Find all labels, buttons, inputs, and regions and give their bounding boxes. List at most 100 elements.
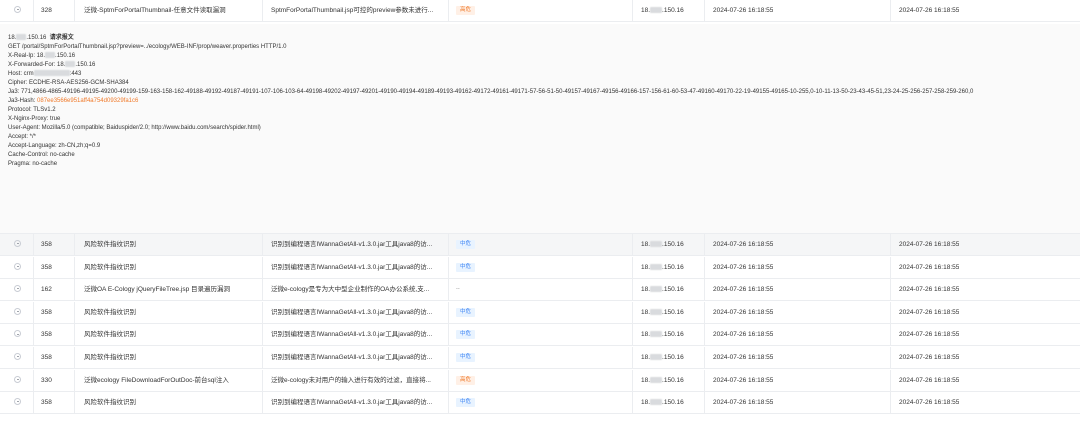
row-first-seen: 2024-07-26 16:18:55 (713, 308, 774, 316)
table-row[interactable]: 358 风险软件指纹识别 识别到编程语言IWannaGetAll-v1.3.0.ja… (0, 234, 1080, 256)
column-divider (74, 234, 75, 255)
column-divider (33, 0, 34, 21)
table-row[interactable]: 330 泛微ecology FileDownloadForOutDoc-前台sql… (0, 369, 1080, 392)
row-last-seen: 2024-07-26 16:18:55 (899, 399, 960, 407)
expand-icon[interactable] (14, 307, 21, 315)
column-divider (33, 301, 34, 323)
column-divider (262, 256, 263, 278)
row-name: 风险软件指纹识别 (84, 241, 136, 248)
column-divider (262, 347, 263, 368)
column-divider (74, 392, 75, 414)
column-divider (632, 369, 633, 391)
column-divider (704, 347, 705, 368)
column-divider (33, 279, 34, 301)
column-divider (74, 301, 75, 323)
row-ip: 18. .150.16 (641, 399, 684, 407)
row-id: 328 (41, 7, 52, 14)
row-id: 358 (41, 399, 52, 407)
column-divider (74, 369, 75, 391)
collapse-icon[interactable] (14, 6, 21, 13)
row-description: 识别到编程语言IWannaGetAll-v1.3.0.jar工具java8的访.… (271, 308, 433, 316)
table-row[interactable]: 358 风险软件指纹识别 识别到编程语言IWannaGetAll-v1.3.0.ja… (0, 347, 1080, 369)
column-divider (632, 256, 633, 278)
column-divider (448, 279, 449, 301)
expand-icon[interactable] (14, 240, 21, 247)
header-real-ip: X-Real-Ip: 18. .150.16 (8, 52, 76, 59)
row-first-seen: 2024-07-26 16:18:55 (713, 286, 774, 294)
expand-icon[interactable] (14, 262, 21, 270)
row-last-seen: 2024-07-26 16:18:55 (899, 263, 960, 271)
column-divider (448, 256, 449, 278)
risk-badge: 中危 (456, 398, 476, 408)
row-name: 风险软件指纹识别 (84, 331, 136, 339)
column-divider (704, 392, 705, 414)
expand-icon[interactable] (14, 285, 21, 293)
column-divider (448, 234, 449, 255)
column-divider (890, 392, 891, 414)
row-name: 风险软件指纹识别 (84, 263, 136, 271)
row-last-seen: 2024-07-26 16:18:55 (899, 376, 960, 384)
row-description: 识别到编程语言IWannaGetAll-v1.3.0.jar工具java8的访.… (271, 354, 433, 361)
row-last-seen: 2024-07-26 16:18:55 (899, 286, 960, 294)
column-divider (74, 0, 75, 21)
table-row[interactable]: 358 风险软件指纹识别 识别到编程语言IWannaGetAll-v1.3.0.ja… (0, 392, 1080, 415)
row-first-seen: 2024-07-26 16:18:55 (713, 7, 774, 14)
redacted-mask (65, 61, 76, 67)
row-name: 风险软件指纹识别 (84, 354, 136, 361)
column-divider (704, 324, 705, 346)
row-description: 泛微e-cology是专为大中型企业制作的OA办公系统,支... (271, 286, 430, 294)
redacted-mask (650, 399, 663, 406)
expand-icon[interactable] (14, 330, 21, 338)
column-divider (262, 324, 263, 346)
request-message: 18. .150.16 请求报文 GET /portal/SptmForPorta… (8, 34, 1068, 169)
table-row[interactable]: 162 泛微OA E-Cology jQueryFileTree.jsp 目录遍历… (0, 279, 1080, 302)
row-last-seen: 2024-07-26 16:18:55 (899, 354, 960, 361)
column-divider (890, 369, 891, 391)
expand-icon[interactable] (14, 353, 21, 360)
header-ja3: Ja3: 771,4866-4865-49196-49195-49200-491… (8, 89, 974, 95)
column-divider (890, 324, 891, 346)
column-divider (262, 234, 263, 255)
column-divider (33, 347, 34, 368)
table-row-expanded[interactable]: 328 泛微-SptmForPortalThumbnail-任意文件读取漏洞 S… (0, 0, 1080, 22)
column-divider (890, 0, 891, 21)
column-divider (448, 324, 449, 346)
table-row[interactable]: 358 风险软件指纹识别 识别到编程语言IWannaGetAll-v1.3.0.ja… (0, 324, 1080, 347)
expand-icon[interactable] (14, 375, 21, 383)
column-divider (632, 324, 633, 346)
risk-badge: 高危 (456, 6, 476, 15)
column-divider (704, 0, 705, 21)
row-id: 330 (41, 376, 52, 384)
row-last-seen: 2024-07-26 16:18:55 (899, 308, 960, 316)
header-user-agent: User-Agent: Mozilla/5.0 (compatible; Bai… (8, 125, 261, 131)
row-description: 泛微e-cology未对用户的输入进行有效的过滤，直接将... (271, 376, 431, 384)
request-line: GET /portal/SptmForPortalThumbnail.jsp?p… (8, 44, 287, 50)
column-divider (262, 301, 263, 323)
expand-icon[interactable] (14, 398, 21, 406)
row-ip: 18. .150.16 (641, 376, 684, 384)
column-divider (448, 301, 449, 323)
column-divider (448, 0, 449, 21)
table-row[interactable]: 358 风险软件指纹识别 识别到编程语言IWannaGetAll-v1.3.0.ja… (0, 301, 1080, 324)
row-first-seen: 2024-07-26 16:18:55 (713, 354, 774, 361)
row-ip: 18. .150.16 (641, 286, 684, 294)
column-divider (74, 347, 75, 368)
redacted-mask (650, 7, 663, 13)
header-accept-language: Accept-Language: zh-CN,zh;q=0.9 (8, 143, 101, 149)
row-name: 风险软件指纹识别 (84, 308, 136, 316)
row-first-seen: 2024-07-26 16:18:55 (713, 399, 774, 407)
column-divider (448, 369, 449, 391)
table-row[interactable]: 358 风险软件指纹识别 识别到编程语言IWannaGetAll-v1.3.0.ja… (0, 256, 1080, 279)
row-description: SptmForPortalThumbnail.jsp可控的preview参数未进… (271, 7, 434, 14)
column-divider (704, 256, 705, 278)
redacted-mask (650, 286, 663, 293)
risk-badge: 中危 (456, 240, 476, 249)
risk-badge: 中危 (456, 307, 476, 317)
risk-badge: 中危 (456, 262, 476, 272)
row-name: 泛微-SptmForPortalThumbnail-任意文件读取漏洞 (84, 7, 226, 14)
column-divider (262, 0, 263, 21)
column-divider (890, 301, 891, 323)
row-name: 泛微OA E-Cology jQueryFileTree.jsp 目录遍历漏洞 (84, 286, 231, 294)
column-divider (890, 347, 891, 368)
column-divider (632, 392, 633, 414)
